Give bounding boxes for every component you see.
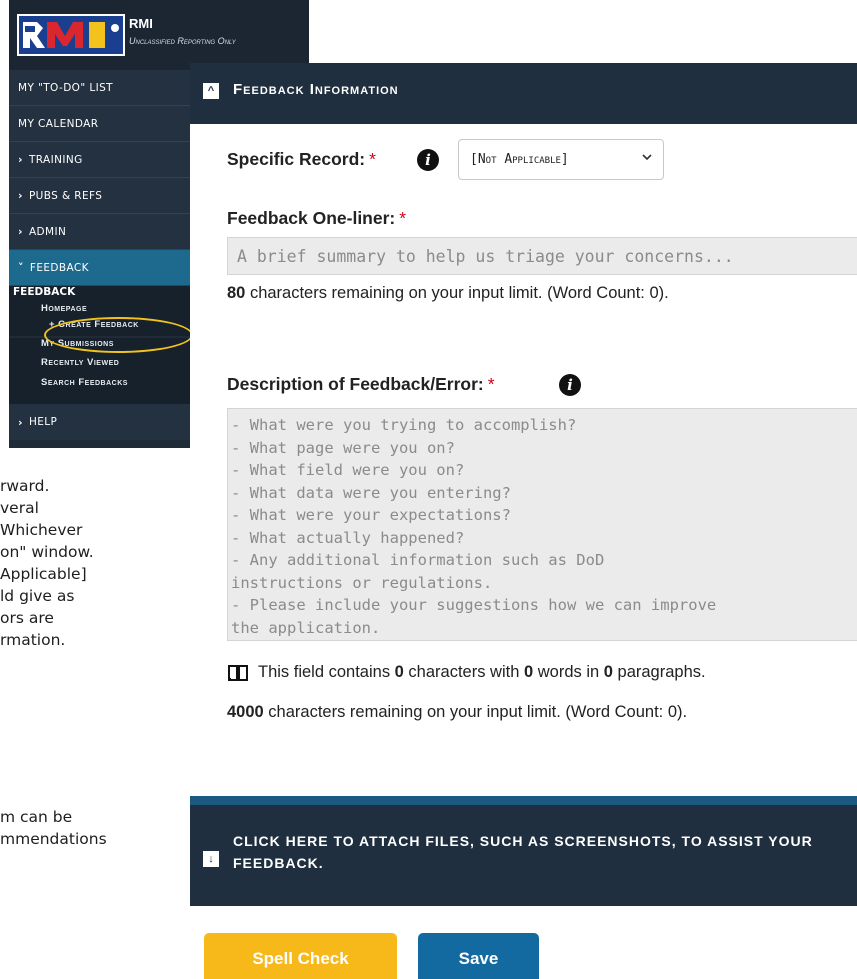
description-remaining: 4000 characters remaining on your input … <box>227 703 687 722</box>
one-liner-remaining: 80 characters remaining on your input li… <box>227 284 669 303</box>
nav-item-admin[interactable]: › ADMIN <box>9 214 195 250</box>
doc-line: rmation. <box>0 631 66 649</box>
save-button[interactable]: Save <box>418 933 539 979</box>
nav-item-training[interactable]: › TRAINING <box>9 142 195 178</box>
doc-line: Applicable] <box>0 565 87 583</box>
info-icon[interactable]: i <box>559 374 581 396</box>
chevron-down-icon <box>642 154 652 161</box>
chevron-down-icon: ˅ <box>18 261 24 274</box>
nav-item-label: ADMIN <box>28 225 67 238</box>
stats-text: paragraphs. <box>612 663 706 681</box>
nav-item-label: PUBS & REFS <box>28 189 103 202</box>
submenu-recently-viewed[interactable]: Recently Viewed <box>9 355 195 374</box>
required-marker: * <box>399 208 407 228</box>
required-marker: * <box>487 374 495 394</box>
nav-header: RMI Unclassified Reporting Only <box>9 0 309 70</box>
submenu-search-feedbacks[interactable]: Search Feedbacks <box>9 374 195 404</box>
doc-line: rward. <box>0 477 50 495</box>
chevron-right-icon: › <box>18 415 23 429</box>
doc-line: Whichever <box>0 521 83 539</box>
feedback-submenu-header: FEEDBACK <box>9 286 195 302</box>
book-icon <box>228 665 248 681</box>
chevron-right-icon: › <box>18 189 23 202</box>
chevron-right-icon: › <box>18 153 23 166</box>
specific-record-select[interactable]: [Not Applicable] <box>458 139 664 180</box>
doc-line: on" window. <box>0 543 94 561</box>
nav-item-feedback[interactable]: ˅ FEEDBACK <box>9 250 195 286</box>
nav-item-label: HELP <box>28 416 58 428</box>
app-name: RMI <box>129 16 153 31</box>
nav-item-pubs-refs[interactable]: › PUBS & REFS <box>9 178 195 214</box>
char-count: 0 <box>394 663 404 681</box>
remaining-text: characters remaining on your input limit… <box>263 703 688 721</box>
nav-item-label: MY "TO-DO" LIST <box>18 81 113 94</box>
panel-title: Feedback Information <box>233 81 399 98</box>
attach-files-label: Click here to attach files, such as scre… <box>233 833 813 871</box>
field-label-text: Specific Record: <box>227 149 366 169</box>
remaining-count: 80 <box>227 284 246 302</box>
description-textarea[interactable]: - What were you trying to accomplish? - … <box>227 408 857 641</box>
description-stats: This field contains 0 characters with 0 … <box>258 663 706 682</box>
stats-text: This field contains <box>258 663 395 681</box>
remaining-text: characters remaining on your input limit… <box>245 284 669 302</box>
rmi-logo <box>17 14 125 56</box>
paragraph-count: 0 <box>603 663 613 681</box>
doc-line: mmendations <box>0 830 107 848</box>
word-count: 0 <box>523 663 534 681</box>
field-label-text: Description of Feedback/Error: <box>227 374 484 394</box>
stats-text: words in <box>533 663 604 681</box>
nav-item-label: TRAINING <box>28 153 83 166</box>
panel-header: ^ Feedback Information <box>190 63 857 124</box>
doc-line: ld give as <box>0 587 75 605</box>
attach-files-bar[interactable]: ↓ Click here to attach files, such as sc… <box>190 805 857 906</box>
one-liner-input[interactable]: A brief summary to help us triage your c… <box>227 237 857 275</box>
stats-text: characters with <box>403 663 524 681</box>
one-liner-label: Feedback One-liner: * <box>227 208 406 229</box>
remaining-count: 4000 <box>227 703 264 721</box>
nav-item-label: FEEDBACK <box>29 261 89 274</box>
nav-item-help[interactable]: › HELP <box>9 404 195 440</box>
specific-record-label: Specific Record: * <box>227 149 376 170</box>
nav-item-calendar[interactable]: MY CALENDAR <box>9 106 195 142</box>
description-label: Description of Feedback/Error: * <box>227 374 495 395</box>
app-tagline: Unclassified Reporting Only <box>129 36 236 46</box>
doc-line: veral <box>0 499 39 517</box>
feedback-panel: ^ Feedback Information Specific Record: *… <box>190 63 857 979</box>
select-value: [Not Applicable] <box>470 152 569 167</box>
nav-item-label: MY CALENDAR <box>18 117 99 130</box>
doc-line: ors are <box>0 609 54 627</box>
chevron-right-icon: › <box>18 225 23 238</box>
collapse-icon[interactable]: ^ <box>203 83 219 99</box>
arrow-down-icon: ↓ <box>203 851 219 867</box>
required-marker: * <box>369 149 376 169</box>
field-label-text: Feedback One-liner: <box>227 208 396 228</box>
spell-check-button[interactable]: Spell Check <box>204 933 397 979</box>
doc-line: m can be <box>0 808 73 826</box>
sidebar-nav: RMI Unclassified Reporting Only MY "TO-D… <box>9 0 309 448</box>
info-icon[interactable]: i <box>417 149 439 171</box>
nav-item-todo-list[interactable]: MY "TO-DO" LIST <box>9 70 195 106</box>
input-placeholder: A brief summary to help us triage your c… <box>237 246 734 266</box>
section-divider <box>190 796 857 805</box>
highlight-ring <box>44 317 193 353</box>
